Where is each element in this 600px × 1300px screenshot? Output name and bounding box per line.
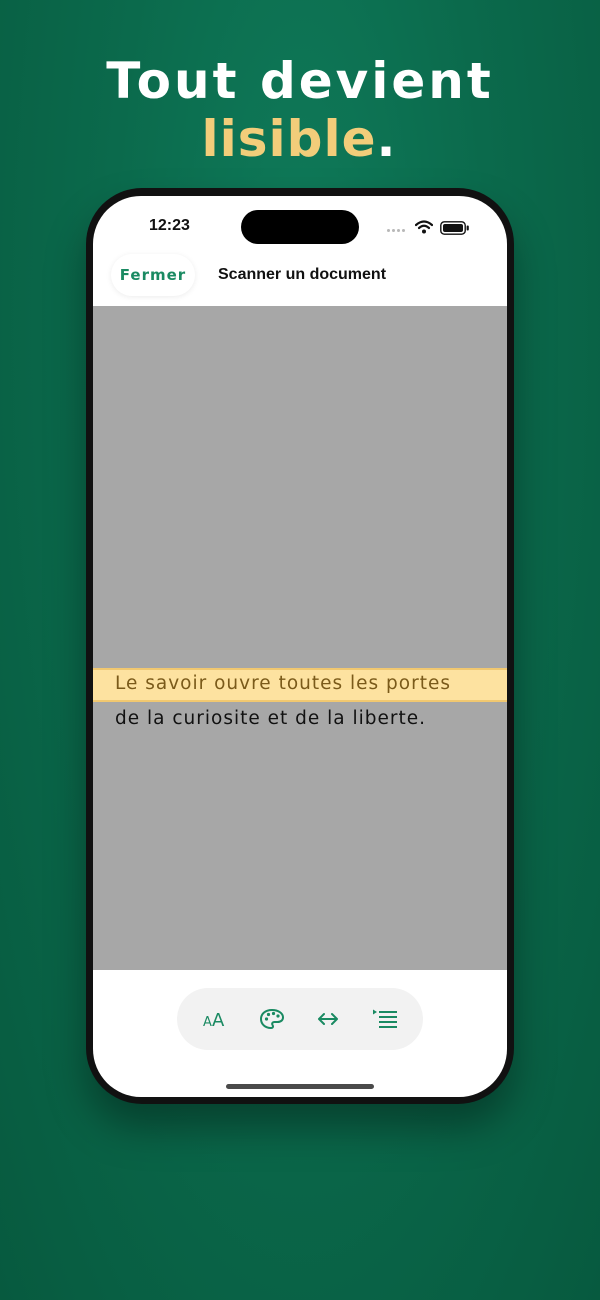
reading-toolbar: A A bbox=[177, 988, 423, 1050]
color-theme-button[interactable] bbox=[254, 1001, 290, 1037]
line-spacing-button[interactable] bbox=[367, 1001, 403, 1037]
dynamic-island bbox=[241, 210, 359, 244]
wifi-icon bbox=[415, 220, 433, 234]
headline: Tout devient lisible. bbox=[0, 52, 600, 168]
text-size-button[interactable]: A A bbox=[197, 1001, 233, 1037]
headline-line-2: lisible. bbox=[0, 110, 600, 168]
text-width-button[interactable] bbox=[310, 1001, 346, 1037]
scanned-document-view[interactable]: Le savoir ouvre toutes les portes de la … bbox=[93, 306, 507, 970]
headline-accent: lisible bbox=[201, 110, 377, 168]
line-spacing-icon bbox=[373, 1009, 397, 1028]
battery-icon bbox=[440, 221, 469, 235]
width-arrows-icon bbox=[318, 1013, 338, 1025]
headline-line-1: Tout devient bbox=[106, 52, 494, 110]
document-line: de la curiosite et de la liberte. bbox=[115, 708, 427, 729]
text-size-icon: A A bbox=[203, 1010, 225, 1029]
page-title: Scanner un document bbox=[218, 266, 387, 283]
document-line-highlighted: Le savoir ouvre toutes les portes bbox=[115, 673, 452, 694]
phone-screen: 12:23 Fermer Scanner un document Le savo… bbox=[93, 196, 507, 1097]
status-time: 12:23 bbox=[149, 217, 190, 234]
svg-text:A: A bbox=[212, 1010, 225, 1029]
home-indicator[interactable] bbox=[226, 1084, 374, 1089]
close-button[interactable]: Fermer bbox=[111, 254, 195, 296]
headline-period: . bbox=[376, 110, 399, 168]
palette-icon bbox=[259, 1008, 285, 1030]
cellular-signal-icon bbox=[387, 229, 405, 232]
svg-text:A: A bbox=[203, 1015, 212, 1029]
